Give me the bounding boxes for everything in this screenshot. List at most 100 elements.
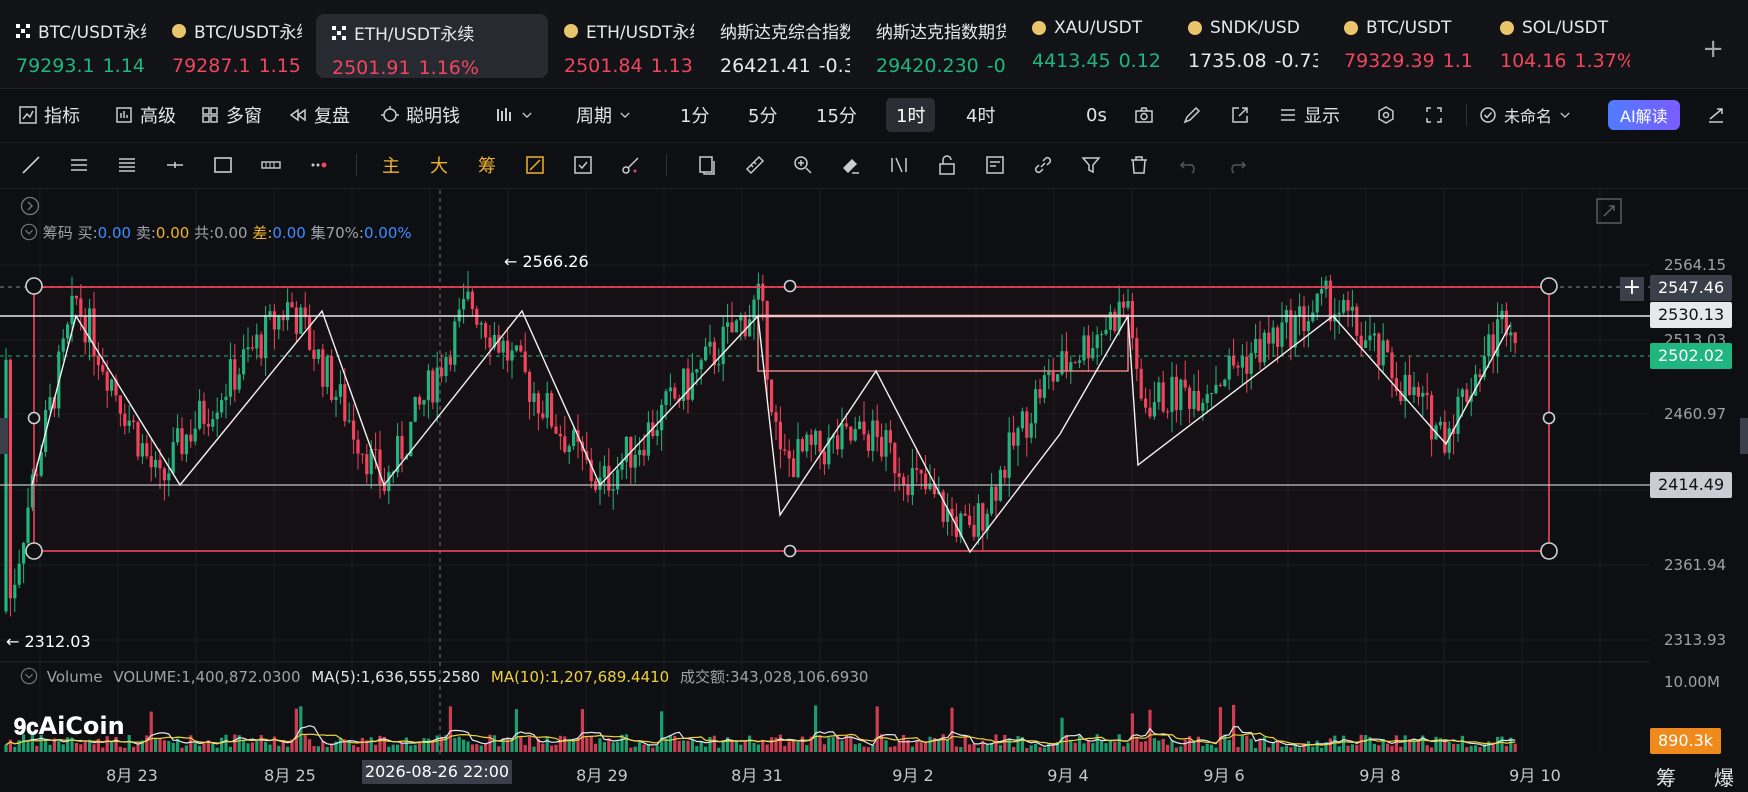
add-tab-button[interactable]: + [1702,34,1724,64]
zoom-tool[interactable] [790,152,816,178]
chevron-down-circle-icon[interactable] [20,223,38,241]
ai-analysis-button[interactable]: AI解读 [1608,100,1680,130]
volume-bar [1095,734,1099,752]
eraser-tool[interactable] [838,152,864,178]
volume-bar [193,743,197,752]
volume-bar [303,735,307,752]
volume-bar [250,742,254,752]
edit-button[interactable] [1182,105,1202,125]
display-button[interactable]: 显示 [1278,102,1340,128]
ticker-tab[interactable]: BTC/USDT永续 79287.1 1.15% [156,0,312,88]
delete-tool[interactable] [1126,152,1152,178]
channel-tool[interactable] [66,152,92,178]
ticker-tab[interactable]: 纳斯达克指数期货 29420.230 -0.0 [860,0,1016,88]
replay-label: 复盘 [314,106,350,127]
burst-corner-button[interactable]: 爆 [1714,762,1734,791]
candle-body [325,356,329,387]
volume-bar [1496,736,1500,752]
main-toggle[interactable]: 主 [378,152,404,178]
screenshot-button[interactable] [1134,105,1154,125]
grid-icon [202,107,218,123]
link-tool[interactable] [1030,152,1056,178]
settings-button[interactable] [1376,105,1396,125]
ticker-name: 纳斯达克指数期货 [876,23,1006,43]
smart-money-button[interactable]: 聪明钱 [380,102,460,128]
indicator-label: 指标 [44,106,80,127]
timeframe-1m[interactable]: 1分 [670,98,719,132]
period-dropdown[interactable]: 周期 [576,102,632,128]
ticker-tab[interactable]: ETH/USDT永续 2501.84 1.13% [548,0,704,88]
volume-bar [616,741,620,752]
redo-button[interactable] [1224,152,1250,178]
candle-body [1135,338,1139,369]
horizontal-line-tool[interactable] [162,152,188,178]
ticker-tab[interactable]: ETH/USDT永续 2501.91 1.16% [316,14,548,78]
undo-button[interactable] [1176,152,1202,178]
measure-tool[interactable] [742,152,768,178]
copy-tool[interactable] [694,152,720,178]
compare-tool[interactable] [522,152,548,178]
volume-bar [532,746,536,752]
volume-bar [514,709,518,752]
layout-dropdown[interactable]: 未命名 [1478,103,1572,127]
big-order-toggle[interactable]: 大 [426,152,452,178]
right-panel-toggle[interactable] [1740,418,1748,454]
ticker-tab[interactable]: SOL/USDT 104.16 1.37% [1484,0,1640,88]
fullscreen-button[interactable] [1424,105,1444,125]
advanced-button[interactable]: 高级 [114,102,176,128]
trend-button[interactable] [1706,105,1726,125]
timeframe-1h[interactable]: 1时 [886,98,936,132]
volume-bar [1113,742,1117,752]
volume-bar [1047,742,1051,752]
ticker-tab[interactable]: BTC/USDT永续 79293.1 1.14% [0,0,156,88]
replay-button[interactable]: 复盘 [288,102,350,128]
volume-bar [1324,742,1328,752]
candle-body [1254,338,1258,354]
candle-body [110,379,114,391]
collapse-indicator[interactable] [20,196,40,220]
candle-body [1170,376,1174,412]
ticker-tab[interactable]: BTC/USDT 79329.39 1.18% [1328,0,1484,88]
chip-toggle[interactable]: 筹 [474,152,500,178]
left-panel-toggle[interactable] [0,418,8,454]
volume-bar [1504,745,1508,752]
line-tool[interactable] [18,152,44,178]
rectangle-tool[interactable] [210,152,236,178]
pattern-tool[interactable] [258,152,284,178]
ticker-tab[interactable]: 纳斯达克综合指数 26421.41 -0.32% [704,0,860,88]
fib-tool[interactable] [114,152,140,178]
ticker-tab[interactable]: XAU/USDT 4413.45 0.12% [1016,0,1172,88]
volume-bar [1482,743,1486,752]
volume-bar [343,739,347,752]
volume-bar [242,739,246,752]
candle-body [1073,362,1077,364]
timeframe-5m[interactable]: 5分 [738,98,787,132]
expand-button[interactable] [1596,198,1622,228]
filter-tool[interactable] [1078,152,1104,178]
volume-bar [748,735,752,752]
ticker-change: 1.14% [102,55,146,77]
multi-window-button[interactable]: 多窗 [200,102,262,128]
chip-corner-button[interactable]: 筹 [1656,762,1676,791]
chevron-down-circle-icon[interactable] [20,667,38,685]
timeframe-4h[interactable]: 4时 [956,98,1005,132]
more-tools[interactable] [306,152,332,178]
ticker-tab[interactable]: SNDK/USD 1735.08 -0.73% [1172,0,1328,88]
candle-body [875,420,879,437]
share-button[interactable] [1230,105,1250,125]
candle-body [545,393,549,418]
add-alert-button[interactable]: + [1620,277,1644,301]
volume-bar [580,709,584,752]
cut-tool[interactable] [618,152,644,178]
candle-body [1139,368,1143,399]
lock-tool[interactable] [934,152,960,178]
template-tool[interactable] [982,152,1008,178]
volume-bar [268,744,272,752]
magnet-tool[interactable] [886,152,912,178]
timeframe-15m[interactable]: 15分 [806,98,867,132]
indicator-button[interactable]: 指标 [18,102,80,128]
candle-body [770,379,774,413]
candle-body [616,469,620,490]
sync-tool[interactable] [570,152,596,178]
chart-type-dropdown[interactable] [494,105,534,125]
